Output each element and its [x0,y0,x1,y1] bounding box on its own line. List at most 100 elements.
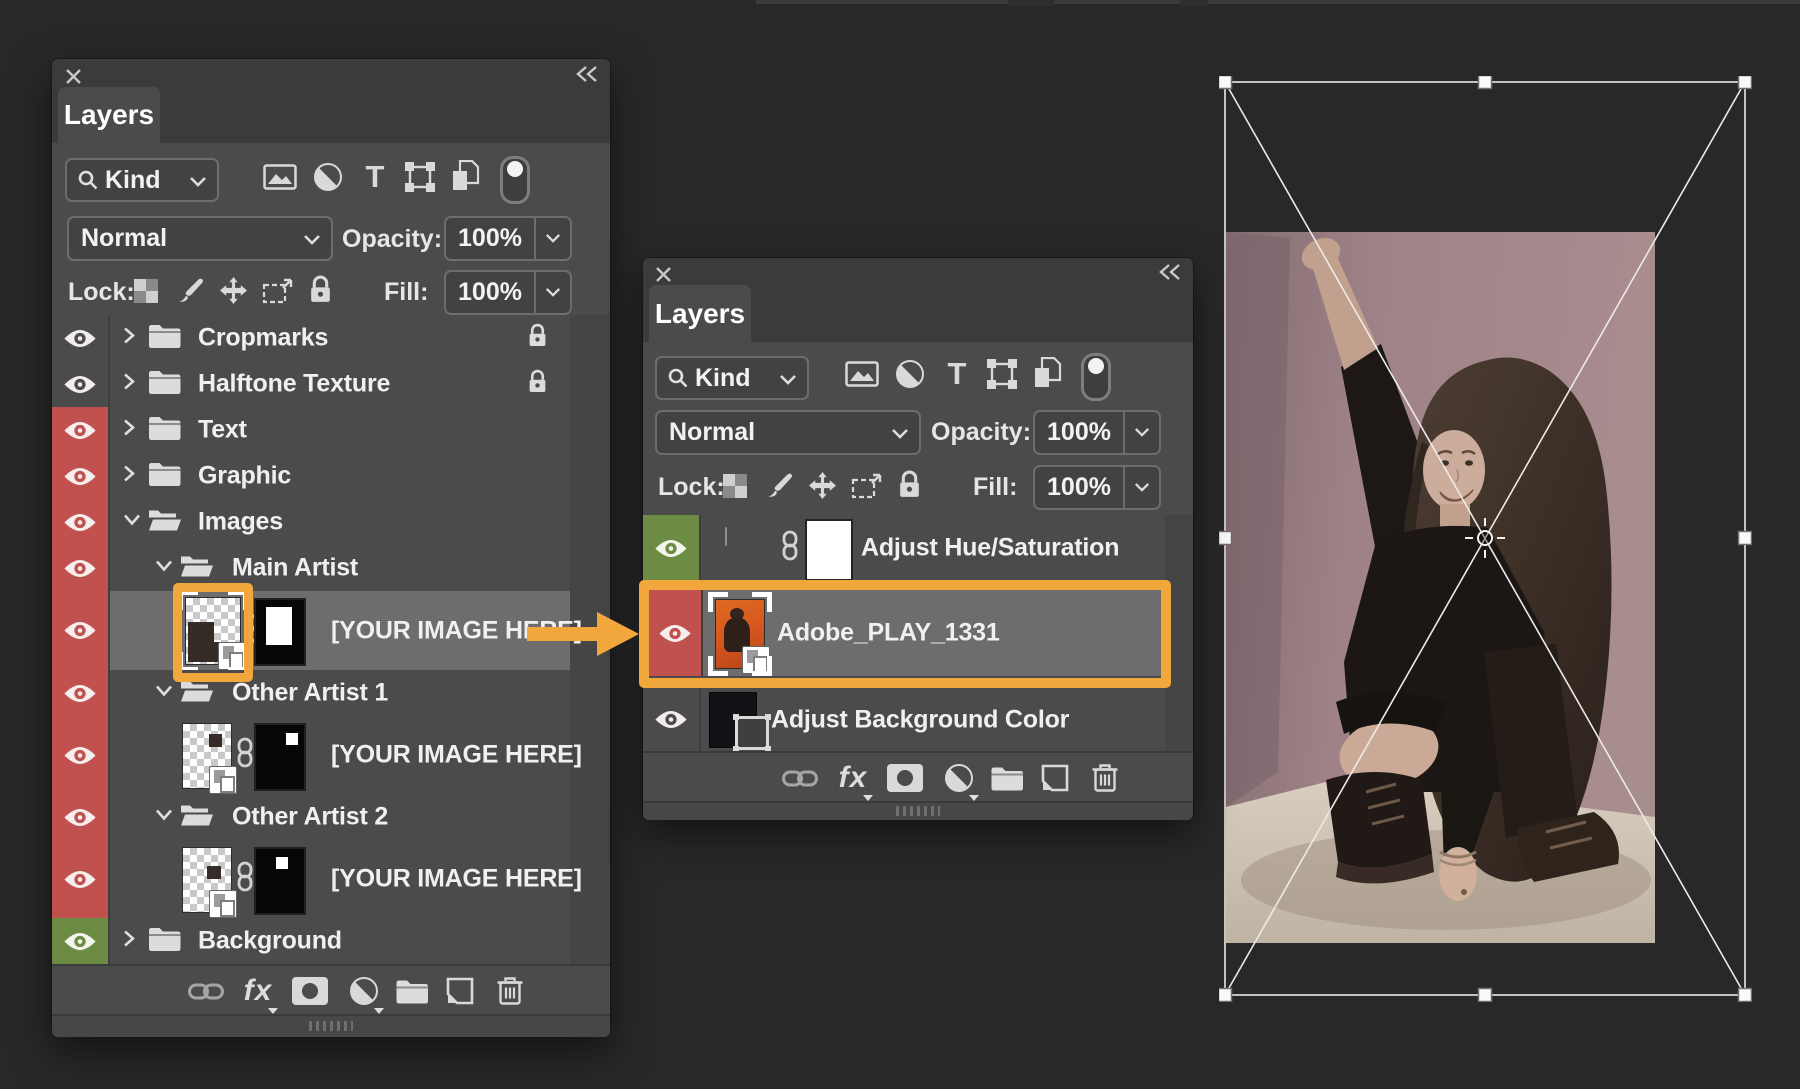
layer-row-adobe-play-1331[interactable]: Adobe_PLAY_1331 [649,590,1161,676]
layer-row-adjust-hue-saturation[interactable]: Adjust Hue/Saturation [643,515,1165,583]
collapse-chevron-icon[interactable] [154,808,174,827]
opacity-input[interactable]: 100% [1033,410,1161,455]
filter-kind-select[interactable]: Kind [65,158,219,202]
new-group-icon[interactable] [991,765,1024,791]
delete-layer-icon[interactable] [497,976,524,1006]
link-layers-icon[interactable] [782,764,818,792]
adjustment-mask-thumbnail[interactable] [805,519,853,581]
filter-adjustment-layers-icon[interactable] [313,162,343,192]
free-transform-overlay[interactable] [1219,76,1752,1002]
visibility-eye-icon[interactable] [52,840,110,918]
visibility-eye-icon[interactable] [52,545,110,591]
expand-chevron-icon[interactable] [122,464,136,489]
layer-mask-thumbnail[interactable] [254,598,306,666]
expand-chevron-icon[interactable] [122,326,136,351]
filter-shape-layers-icon[interactable] [986,358,1018,390]
transform-center-point[interactable] [1465,518,1505,558]
opacity-input[interactable]: 100% [444,216,572,261]
layer-mask-thumbnail[interactable] [254,723,306,791]
visibility-eye-icon[interactable] [52,670,110,716]
lock-image-pixels-icon[interactable] [767,472,794,499]
visibility-eye-icon[interactable] [52,453,110,499]
lock-artboard-nesting-icon[interactable] [262,278,293,305]
layer-row-other-artist-1[interactable]: Other Artist 1 [52,670,570,718]
new-adjustment-layer-icon[interactable] [349,976,379,1006]
close-icon[interactable] [654,265,672,283]
smart-object-photo-thumbnail[interactable] [715,599,765,669]
lock-position-icon[interactable] [220,277,247,304]
filter-pixel-layers-icon[interactable] [845,359,879,389]
visibility-eye-icon[interactable] [52,918,110,964]
collapse-panel-icon[interactable] [574,66,600,82]
visibility-eye-icon[interactable] [52,407,110,453]
visibility-eye-icon[interactable] [52,361,110,407]
layer-row-cropmarks[interactable]: Cropmarks [52,315,570,363]
filter-adjustment-layers-icon[interactable] [895,359,925,389]
visibility-eye-icon[interactable] [643,688,701,751]
layer-row-images[interactable]: Images [52,499,570,547]
visibility-eye-icon[interactable] [52,716,110,794]
delete-layer-icon[interactable] [1092,763,1119,793]
visibility-eye-icon[interactable] [52,794,110,840]
layer-row-your-image-here-3[interactable]: [YOUR IMAGE HERE] [52,840,570,920]
collapse-chevron-icon[interactable] [154,559,174,578]
mask-link-icon[interactable] [236,862,254,897]
fill-input[interactable]: 100% [1033,465,1161,510]
lock-transparent-pixels-icon[interactable] [134,279,158,303]
add-layer-mask-icon[interactable] [292,977,328,1005]
layer-mask-thumbnail[interactable] [254,847,306,915]
expand-chevron-icon[interactable] [122,929,136,954]
smart-object-thumbnail[interactable] [185,597,241,665]
filter-shape-layers-icon[interactable] [404,161,436,193]
panel-resize-grip[interactable] [52,1014,610,1037]
lock-transparent-pixels-icon[interactable] [723,474,747,498]
new-layer-icon[interactable] [1040,763,1070,793]
layer-row-your-image-here-selected[interactable]: [YOUR IMAGE HERE] [52,591,570,672]
close-icon[interactable] [64,67,82,85]
add-layer-mask-icon[interactable] [887,764,923,792]
blend-mode-select[interactable]: Normal [67,216,333,261]
expand-chevron-icon[interactable] [122,372,136,397]
filter-toggle-switch[interactable] [500,156,530,204]
filter-type-layers-icon[interactable]: T [360,159,390,195]
hue-saturation-adjustment-icon[interactable] [725,528,727,546]
layer-row-halftone-texture[interactable]: Halftone Texture [52,361,570,409]
visibility-eye-icon[interactable] [52,315,110,361]
new-layer-icon[interactable] [445,976,475,1006]
layer-row-main-artist[interactable]: Main Artist [52,545,570,593]
visibility-eye-icon[interactable] [649,590,703,676]
tab-layers[interactable]: Layers [649,285,751,342]
collapse-chevron-icon[interactable] [122,513,142,532]
filter-smart-objects-icon[interactable] [1032,356,1062,390]
filter-kind-select[interactable]: Kind [655,356,809,400]
collapse-panel-icon[interactable] [1157,264,1183,280]
filter-toggle-switch[interactable] [1081,353,1111,401]
link-layers-icon[interactable] [188,977,224,1005]
filter-smart-objects-icon[interactable] [450,159,480,193]
layer-row-background[interactable]: Background [52,918,570,966]
scrollbar-gutter[interactable] [1165,515,1193,751]
filter-pixel-layers-icon[interactable] [263,162,297,192]
lock-position-icon[interactable] [809,472,836,499]
fill-input[interactable]: 100% [444,270,572,315]
layer-effects-icon[interactable]: fx [839,761,868,795]
panel-resize-grip[interactable] [643,801,1193,820]
smart-object-thumbnail[interactable] [182,847,232,913]
expand-chevron-icon[interactable] [122,418,136,443]
layer-effects-icon[interactable]: fx [244,974,273,1008]
new-adjustment-layer-icon[interactable] [944,763,974,793]
layer-row-graphic[interactable]: Graphic [52,453,570,501]
filter-type-layers-icon[interactable]: T [942,356,972,392]
layer-row-other-artist-2[interactable]: Other Artist 2 [52,794,570,842]
layer-row-your-image-here-2[interactable]: [YOUR IMAGE HERE] [52,716,570,796]
lock-all-icon[interactable] [308,275,333,304]
lock-all-icon[interactable] [897,470,922,499]
smart-object-thumbnail[interactable] [182,723,232,789]
visibility-eye-icon[interactable] [643,515,701,581]
new-group-icon[interactable] [396,978,429,1004]
mask-link-icon[interactable] [236,738,254,773]
tab-layers[interactable]: Layers [58,87,160,143]
lock-image-pixels-icon[interactable] [178,277,205,304]
layer-row-text[interactable]: Text [52,407,570,455]
collapse-chevron-icon[interactable] [154,684,174,703]
